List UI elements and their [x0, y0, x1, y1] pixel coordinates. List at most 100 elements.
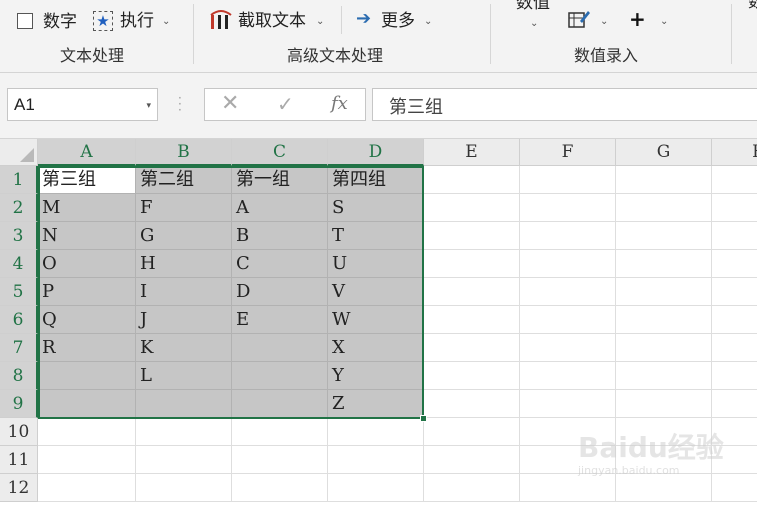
- cell-b1[interactable]: 第二组: [136, 166, 232, 194]
- cell-e12[interactable]: [424, 474, 520, 502]
- cell-e6[interactable]: [424, 306, 520, 334]
- cell-h7[interactable]: [712, 334, 757, 362]
- cell-d1[interactable]: 第四组: [328, 166, 424, 194]
- arrow-right-icon[interactable]: ➔: [356, 9, 371, 29]
- cell-g8[interactable]: [616, 362, 712, 390]
- cell-a4[interactable]: O: [38, 250, 136, 278]
- chevron-down-icon[interactable]: ⌄: [162, 17, 170, 27]
- cell-d7[interactable]: X: [328, 334, 424, 362]
- cell-h3[interactable]: [712, 222, 757, 250]
- cell-h2[interactable]: [712, 194, 757, 222]
- cell-h12[interactable]: [712, 474, 757, 502]
- cell-c11[interactable]: [232, 446, 328, 474]
- select-all-corner[interactable]: [0, 139, 38, 166]
- cell-d2[interactable]: S: [328, 194, 424, 222]
- column-header-h[interactable]: H: [712, 139, 757, 166]
- cell-a5[interactable]: P: [38, 278, 136, 306]
- cell-a12[interactable]: [38, 474, 136, 502]
- cell-e10[interactable]: [424, 418, 520, 446]
- cell-b3[interactable]: G: [136, 222, 232, 250]
- cell-d12[interactable]: [328, 474, 424, 502]
- cell-f6[interactable]: [520, 306, 616, 334]
- cell-b12[interactable]: [136, 474, 232, 502]
- row-header-2[interactable]: 2: [0, 194, 38, 222]
- cell-g1[interactable]: [616, 166, 712, 194]
- cell-c8[interactable]: [232, 362, 328, 390]
- spreadsheet-grid[interactable]: ABCDEFGH1第三组第二组第一组第四组2MFAS3NGBT4OHCU5PID…: [0, 139, 757, 505]
- cell-e5[interactable]: [424, 278, 520, 306]
- cell-a7[interactable]: R: [38, 334, 136, 362]
- grip-icon[interactable]: · · ·: [178, 92, 184, 116]
- cell-g2[interactable]: [616, 194, 712, 222]
- value-button[interactable]: 数值: [516, 0, 550, 13]
- formula-input[interactable]: 第三组: [372, 88, 757, 121]
- cell-e2[interactable]: [424, 194, 520, 222]
- cell-h5[interactable]: [712, 278, 757, 306]
- cell-e3[interactable]: [424, 222, 520, 250]
- cell-d9[interactable]: Z: [328, 390, 424, 418]
- cell-d6[interactable]: W: [328, 306, 424, 334]
- column-header-e[interactable]: E: [424, 139, 520, 166]
- cell-g9[interactable]: [616, 390, 712, 418]
- cell-e8[interactable]: [424, 362, 520, 390]
- row-header-11[interactable]: 11: [0, 446, 38, 474]
- cell-b6[interactable]: J: [136, 306, 232, 334]
- cell-b7[interactable]: K: [136, 334, 232, 362]
- cell-h6[interactable]: [712, 306, 757, 334]
- row-header-6[interactable]: 6: [0, 306, 38, 334]
- cell-f1[interactable]: [520, 166, 616, 194]
- cell-b9[interactable]: [136, 390, 232, 418]
- cell-d3[interactable]: T: [328, 222, 424, 250]
- column-header-b[interactable]: B: [136, 139, 232, 166]
- cell-f4[interactable]: [520, 250, 616, 278]
- cell-a6[interactable]: Q: [38, 306, 136, 334]
- form-edit-icon[interactable]: [568, 9, 590, 29]
- cell-c2[interactable]: A: [232, 194, 328, 222]
- cell-g5[interactable]: [616, 278, 712, 306]
- cell-b5[interactable]: I: [136, 278, 232, 306]
- cell-h8[interactable]: [712, 362, 757, 390]
- chevron-down-icon[interactable]: ⌄: [530, 19, 538, 29]
- column-header-f[interactable]: F: [520, 139, 616, 166]
- row-header-12[interactable]: 12: [0, 474, 38, 502]
- cell-f7[interactable]: [520, 334, 616, 362]
- cell-d11[interactable]: [328, 446, 424, 474]
- row-header-5[interactable]: 5: [0, 278, 38, 306]
- cell-d8[interactable]: Y: [328, 362, 424, 390]
- cell-f12[interactable]: [520, 474, 616, 502]
- enter-check-icon[interactable]: ✓: [277, 92, 294, 116]
- chevron-down-icon[interactable]: ⌄: [316, 17, 324, 27]
- cell-a10[interactable]: [38, 418, 136, 446]
- cell-h4[interactable]: [712, 250, 757, 278]
- cell-c6[interactable]: E: [232, 306, 328, 334]
- cell-h9[interactable]: [712, 390, 757, 418]
- row-header-9[interactable]: 9: [0, 390, 38, 418]
- column-header-g[interactable]: G: [616, 139, 712, 166]
- cell-g12[interactable]: [616, 474, 712, 502]
- cell-d5[interactable]: V: [328, 278, 424, 306]
- cell-g3[interactable]: [616, 222, 712, 250]
- cell-c1[interactable]: 第一组: [232, 166, 328, 194]
- cell-h1[interactable]: [712, 166, 757, 194]
- cell-f2[interactable]: [520, 194, 616, 222]
- cell-f9[interactable]: [520, 390, 616, 418]
- cell-e1[interactable]: [424, 166, 520, 194]
- cell-a11[interactable]: [38, 446, 136, 474]
- cell-a9[interactable]: [38, 390, 136, 418]
- cell-g7[interactable]: [616, 334, 712, 362]
- more-button[interactable]: 更多: [381, 11, 415, 31]
- cell-b10[interactable]: [136, 418, 232, 446]
- fill-handle[interactable]: [420, 415, 427, 422]
- column-header-c[interactable]: C: [232, 139, 328, 166]
- cell-a3[interactable]: N: [38, 222, 136, 250]
- cell-f8[interactable]: [520, 362, 616, 390]
- cell-g4[interactable]: [616, 250, 712, 278]
- cell-f3[interactable]: [520, 222, 616, 250]
- chevron-down-icon[interactable]: ⌄: [600, 17, 608, 27]
- cell-e7[interactable]: [424, 334, 520, 362]
- cell-f5[interactable]: [520, 278, 616, 306]
- cell-d4[interactable]: U: [328, 250, 424, 278]
- name-box[interactable]: A1 ▾: [7, 88, 158, 121]
- chevron-down-icon[interactable]: ⌄: [424, 17, 432, 27]
- cell-e9[interactable]: [424, 390, 520, 418]
